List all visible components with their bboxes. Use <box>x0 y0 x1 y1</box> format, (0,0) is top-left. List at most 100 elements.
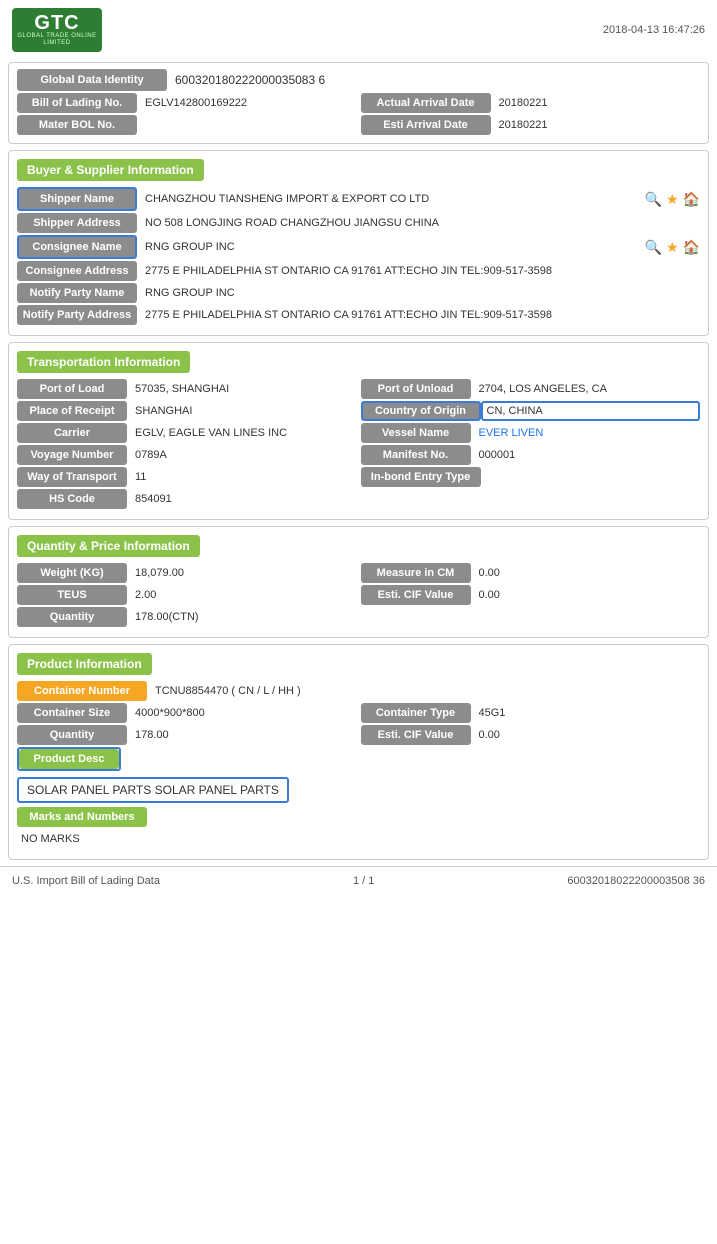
vessel-name-label: Vessel Name <box>361 423 471 443</box>
buyer-supplier-title: Buyer & Supplier Information <box>17 159 204 181</box>
global-data-row: Global Data Identity 6003201802220000350… <box>17 69 700 91</box>
consignee-name-label: Consignee Name <box>17 235 137 259</box>
container-number-value: TCNU8854470 ( CN / L / HH ) <box>147 681 700 701</box>
bol-col: Bill of Lading No. EGLV142800169222 <box>17 93 357 113</box>
notify-party-address-label: Notify Party Address <box>17 305 137 325</box>
shipper-star-icon[interactable]: ★ <box>666 191 679 208</box>
esti-arrival-date-value: 20180221 <box>491 115 701 135</box>
logo: GTC GLOBAL TRADE ONLINE LIMITED <box>12 8 102 52</box>
product-desc-label: Product Desc <box>19 749 119 769</box>
buyer-supplier-section: Buyer & Supplier Information Shipper Nam… <box>8 150 709 336</box>
product-quantity-cif-row: Quantity 178.00 Esti. CIF Value 0.00 <box>17 725 700 745</box>
vessel-name-link[interactable]: EVER LIVEN <box>479 427 544 439</box>
product-quantity-value: 178.00 <box>127 725 357 745</box>
quantity-price-section: Quantity & Price Information Weight (KG)… <box>8 526 709 638</box>
shipper-home-icon[interactable]: 🏠 <box>683 191 700 208</box>
mater-bol-row: Mater BOL No. Esti Arrival Date 20180221 <box>17 115 700 135</box>
container-number-row: Container Number TCNU8854470 ( CN / L / … <box>17 681 700 701</box>
product-desc-container: SOLAR PANEL PARTS SOLAR PANEL PARTS <box>17 777 289 803</box>
container-type-label: Container Type <box>361 703 471 723</box>
esti-arrival-col: Esti Arrival Date 20180221 <box>361 115 701 135</box>
product-information-title: Product Information <box>17 653 152 675</box>
consignee-star-icon[interactable]: ★ <box>666 239 679 256</box>
global-data-identity-label: Global Data Identity <box>17 69 167 91</box>
shipper-name-row: Shipper Name CHANGZHOU TIANSHENG IMPORT … <box>17 187 700 211</box>
container-size-label: Container Size <box>17 703 127 723</box>
consignee-home-icon[interactable]: 🏠 <box>683 239 700 256</box>
actual-arrival-date-label: Actual Arrival Date <box>361 93 491 113</box>
page-footer: U.S. Import Bill of Lading Data 1 / 1 60… <box>0 866 717 895</box>
hs-code-label: HS Code <box>17 489 127 509</box>
global-data-identity-value: 600320180222000035083 6 <box>167 69 700 91</box>
mater-bol-col: Mater BOL No. <box>17 115 357 135</box>
port-of-load-col: Port of Load 57035, SHANGHAI <box>17 379 357 399</box>
actual-arrival-date-value: 20180221 <box>491 93 701 113</box>
container-size-type-row: Container Size 4000*900*800 Container Ty… <box>17 703 700 723</box>
shipper-address-value: NO 508 LONGJING ROAD CHANGZHOU JIANGSU C… <box>137 213 700 233</box>
logo-tagline: GLOBAL TRADE ONLINE LIMITED <box>16 33 98 47</box>
voyage-number-label: Voyage Number <box>17 445 127 465</box>
product-desc-value: SOLAR PANEL PARTS SOLAR PANEL PARTS <box>27 783 279 797</box>
transportation-title: Transportation Information <box>17 351 190 373</box>
teus-value: 2.00 <box>127 585 357 605</box>
consignee-address-label: Consignee Address <box>17 261 137 281</box>
quantity-label: Quantity <box>17 607 127 627</box>
consignee-search-icon[interactable]: 🔍 <box>645 239 662 256</box>
marks-and-numbers-value: NO MARKS <box>17 829 700 849</box>
place-of-receipt-label: Place of Receipt <box>17 401 127 421</box>
hs-code-row: HS Code 854091 <box>17 489 700 509</box>
shipper-address-label: Shipper Address <box>17 213 137 233</box>
esti-cif-col: Esti. CIF Value 0.00 <box>361 585 701 605</box>
quantity-row: Quantity 178.00(CTN) <box>17 607 700 627</box>
product-information-section: Product Information Container Number TCN… <box>8 644 709 860</box>
weight-label: Weight (KG) <box>17 563 127 583</box>
receipt-origin-row: Place of Receipt SHANGHAI Country of Ori… <box>17 401 700 421</box>
bol-row: Bill of Lading No. EGLV142800169222 Actu… <box>17 93 700 113</box>
in-bond-col: In-bond Entry Type <box>361 467 701 487</box>
notify-party-name-value: RNG GROUP INC <box>137 283 700 303</box>
port-of-unload-label: Port of Unload <box>361 379 471 399</box>
weight-col: Weight (KG) 18,079.00 <box>17 563 357 583</box>
voyage-manifest-row: Voyage Number 0789A Manifest No. 000001 <box>17 445 700 465</box>
marks-numbers-header-row: Marks and Numbers <box>17 807 700 827</box>
product-esti-cif-col: Esti. CIF Value 0.00 <box>361 725 701 745</box>
country-of-origin-label: Country of Origin <box>361 401 481 421</box>
consignee-name-value: RNG GROUP INC <box>137 235 641 259</box>
footer-right: 60032018022200003508 36 <box>567 875 705 887</box>
transportation-section: Transportation Information Port of Load … <box>8 342 709 520</box>
vessel-name-col: Vessel Name EVER LIVEN <box>361 423 701 443</box>
page-header: GTC GLOBAL TRADE ONLINE LIMITED 2018-04-… <box>0 0 717 58</box>
container-type-value: 45G1 <box>471 703 701 723</box>
teus-label: TEUS <box>17 585 127 605</box>
weight-measure-row: Weight (KG) 18,079.00 Measure in CM 0.00 <box>17 563 700 583</box>
teus-cif-row: TEUS 2.00 Esti. CIF Value 0.00 <box>17 585 700 605</box>
transportation-header: Transportation Information <box>17 351 700 379</box>
shipper-search-icon[interactable]: 🔍 <box>645 191 662 208</box>
esti-arrival-date-label: Esti Arrival Date <box>361 115 491 135</box>
consignee-address-value: 2775 E PHILADELPHIA ST ONTARIO CA 91761 … <box>137 261 700 281</box>
timestamp: 2018-04-13 16:47:26 <box>603 24 705 36</box>
container-size-value: 4000*900*800 <box>127 703 357 723</box>
mater-bol-label: Mater BOL No. <box>17 115 137 135</box>
container-size-col: Container Size 4000*900*800 <box>17 703 357 723</box>
actual-arrival-col: Actual Arrival Date 20180221 <box>361 93 701 113</box>
product-quantity-col: Quantity 178.00 <box>17 725 357 745</box>
port-of-load-value: 57035, SHANGHAI <box>127 379 357 399</box>
consignee-address-row: Consignee Address 2775 E PHILADELPHIA ST… <box>17 261 700 281</box>
consignee-icons: 🔍 ★ 🏠 <box>645 235 700 259</box>
shipper-address-row: Shipper Address NO 508 LONGJING ROAD CHA… <box>17 213 700 233</box>
place-of-receipt-col: Place of Receipt SHANGHAI <box>17 401 357 421</box>
notify-party-name-row: Notify Party Name RNG GROUP INC <box>17 283 700 303</box>
product-esti-cif-value: 0.00 <box>471 725 701 745</box>
container-number-label: Container Number <box>17 681 147 701</box>
way-of-transport-col: Way of Transport 11 <box>17 467 357 487</box>
country-of-origin-value: CN, CHINA <box>481 401 701 421</box>
quantity-price-header: Quantity & Price Information <box>17 535 700 563</box>
weight-value: 18,079.00 <box>127 563 357 583</box>
vessel-name-value: EVER LIVEN <box>471 423 701 443</box>
product-esti-cif-label: Esti. CIF Value <box>361 725 471 745</box>
port-of-load-label: Port of Load <box>17 379 127 399</box>
notify-party-name-label: Notify Party Name <box>17 283 137 303</box>
manifest-no-col: Manifest No. 000001 <box>361 445 701 465</box>
carrier-label: Carrier <box>17 423 127 443</box>
